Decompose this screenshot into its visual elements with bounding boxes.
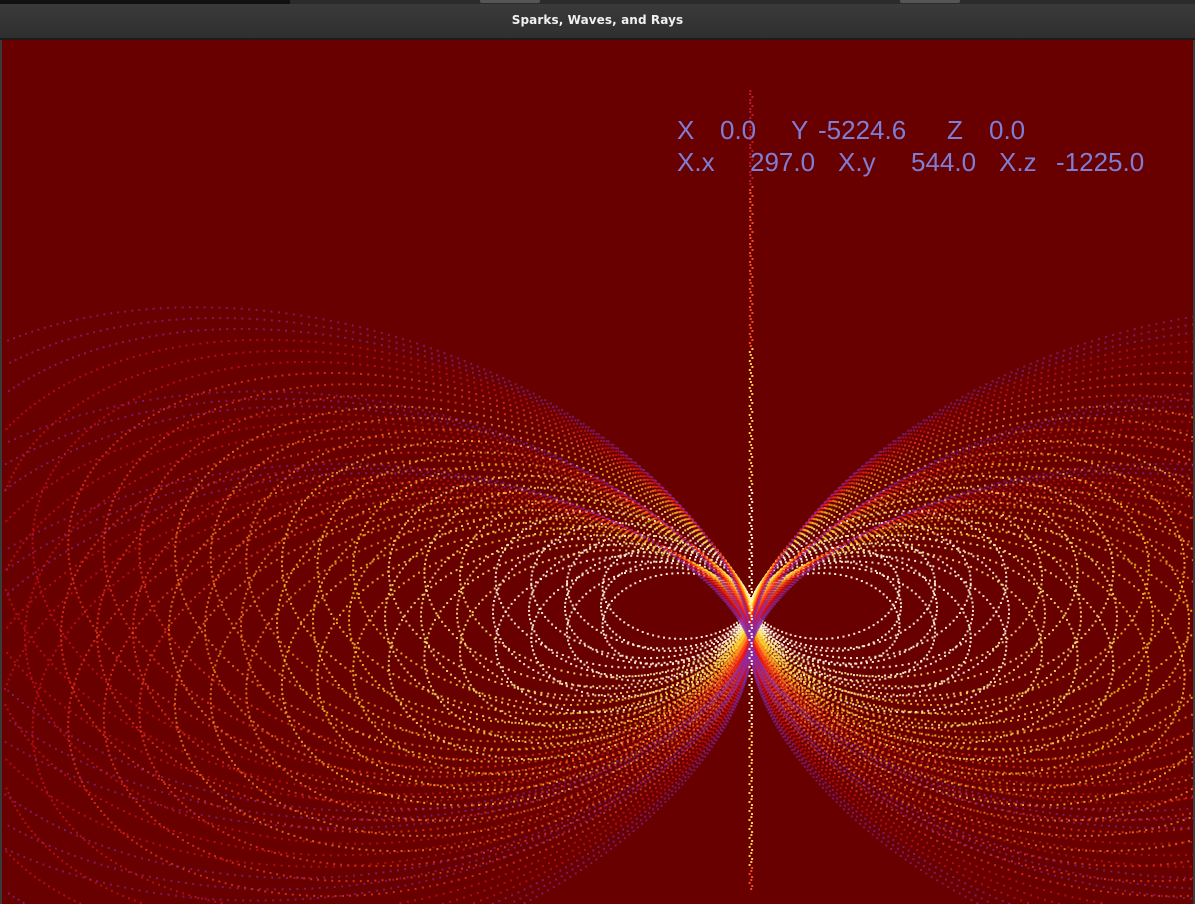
visualization-canvas[interactable]: X 0.0 Y -5224.6 Z 0.0 X.x 297.0 X.y 544.… [0,40,1195,904]
tab-mark-right [900,0,960,3]
x-label: X [677,114,694,146]
z-value: 0.0 [989,114,1025,146]
window-title: Sparks, Waves, and Rays [0,13,1195,27]
xx-label: X.x [677,146,715,178]
z-label: Z [947,114,963,146]
position-readout: X 0.0 Y -5224.6 Z 0.0 [677,114,1177,146]
orientation-readout: X.x 297.0 X.y 544.0 X.z -1225.0 [677,146,1177,178]
xz-label: X.z [999,146,1037,178]
app-window: Sparks, Waves, and Rays X 0.0 Y -5224.6 … [0,0,1195,904]
xx-value: 297.0 [750,146,815,178]
y-value: -5224.6 [818,114,906,146]
window-titlebar[interactable]: Sparks, Waves, and Rays [0,4,1195,39]
xy-label: X.y [838,146,876,178]
x-value: 0.0 [720,114,756,146]
y-label: Y [791,114,808,146]
tab-mark-left [480,0,540,3]
xy-value: 544.0 [911,146,976,178]
xz-value: -1225.0 [1056,146,1144,178]
